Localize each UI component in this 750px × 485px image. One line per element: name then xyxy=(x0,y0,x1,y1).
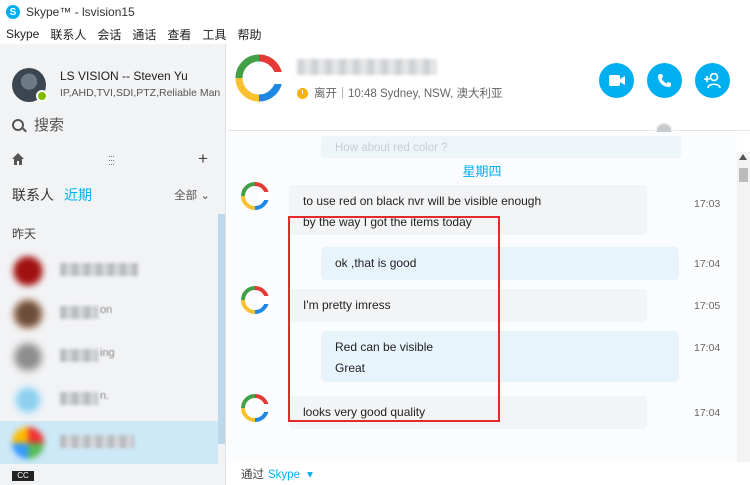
message-time: 17:04 xyxy=(694,407,721,419)
message-bubble[interactable]: looks very good quality xyxy=(289,396,647,429)
conversation-pane: 离开 | 10:48 Sydney, NSW, 澳大利亚 How about r… xyxy=(227,44,750,485)
menu-view[interactable]: 查看 xyxy=(167,26,191,43)
phone-icon xyxy=(658,74,671,87)
day-separator: 星期四 xyxy=(462,164,502,179)
menu-bar: Skype 联系人 会话 通话 查看 工具 帮助 xyxy=(0,24,750,44)
message-time: 17:03 xyxy=(694,198,721,210)
send-via-selector[interactable]: 通过 Skype ▾ xyxy=(241,466,313,482)
cc-badge: CC xyxy=(12,471,34,481)
contact-avatar xyxy=(12,384,44,416)
via-service: Skype xyxy=(268,469,300,481)
dialpad-icon[interactable]: ··· ··· ··· xyxy=(108,152,115,169)
title-bar: S Skype™ - lsvision15 xyxy=(0,0,750,24)
list-item[interactable]: on xyxy=(0,292,218,335)
contact-name-suffix: n. xyxy=(100,390,110,402)
add-contact-icon[interactable]: + xyxy=(198,149,208,169)
group-logo-icon xyxy=(235,54,283,102)
conversation-status: 离开 | 10:48 Sydney, NSW, 澳大利亚 xyxy=(297,85,502,101)
contact-name-suffix: on xyxy=(100,304,113,316)
menu-conversations[interactable]: 会话 xyxy=(97,26,121,43)
message-text: ok ,that is good xyxy=(335,256,417,270)
contact-name-blurred xyxy=(60,392,98,405)
list-item[interactable] xyxy=(0,421,218,464)
profile-name: LS VISION -- Steven Yu xyxy=(60,69,188,83)
section-yesterday: 昨天 xyxy=(12,227,37,241)
home-icon[interactable] xyxy=(12,153,24,165)
contact-name-suffix: ing xyxy=(100,347,115,359)
away-clock-icon xyxy=(297,87,308,99)
audio-call-button[interactable] xyxy=(647,63,682,98)
sender-avatar-icon xyxy=(241,286,269,314)
menu-contacts[interactable]: 联系人 xyxy=(50,26,86,43)
presence-online-icon xyxy=(36,90,48,102)
message-bubble[interactable]: to use red on black nvr will be visible … xyxy=(289,185,647,235)
message-text: Red can be visible xyxy=(335,340,434,354)
sender-avatar-icon xyxy=(241,394,269,422)
search-icon xyxy=(12,118,24,131)
message-text: to use red on black nvr will be visible … xyxy=(303,194,542,208)
list-item[interactable]: ing xyxy=(0,335,218,378)
window-title: Skype™ - lsvision15 xyxy=(26,5,135,19)
profile-header[interactable]: LS VISION -- Steven Yu IP,AHD,TVI,SDI,PT… xyxy=(0,44,225,112)
search-box[interactable]: 搜索 xyxy=(12,114,64,135)
sidebar-scrollbar[interactable] xyxy=(218,214,225,444)
video-camera-icon xyxy=(608,75,625,86)
sender-avatar-icon xyxy=(241,182,269,210)
message-text: by the way I got the items today xyxy=(303,215,472,229)
video-call-button[interactable] xyxy=(599,63,634,98)
via-label: 通过 xyxy=(241,469,264,481)
profile-mood[interactable]: IP,AHD,TVI,SDI,PTZ,Reliable Man... xyxy=(60,87,220,99)
skype-logo-icon: S xyxy=(6,5,20,19)
compose-bar: 通过 Skype ▾ xyxy=(227,462,750,485)
contact-avatar xyxy=(12,298,44,330)
filter-label: 全部 xyxy=(174,190,198,202)
add-people-button[interactable] xyxy=(695,63,730,98)
message-text: Great xyxy=(335,361,366,375)
message-bubble[interactable]: I'm pretty imress xyxy=(289,289,647,322)
contact-name-blurred xyxy=(60,349,98,362)
contact-avatar xyxy=(12,341,44,373)
scroll-up-arrow-icon[interactable] xyxy=(739,154,747,160)
menu-skype[interactable]: Skype xyxy=(6,27,39,41)
menu-tools[interactable]: 工具 xyxy=(202,26,226,43)
message-bubble[interactable]: ok ,that is good xyxy=(321,247,679,280)
sidebar: LS VISION -- Steven Yu IP,AHD,TVI,SDI,PT… xyxy=(0,44,226,485)
conversation-title-blurred xyxy=(297,59,437,75)
list-item[interactable] xyxy=(0,249,218,292)
message-bubble[interactable]: Red can be visible Great xyxy=(321,331,679,382)
status-separator: | xyxy=(341,87,344,99)
message-scrollbar[interactable] xyxy=(737,152,750,482)
tab-recent[interactable]: 近期 xyxy=(64,185,92,205)
filter-dropdown[interactable]: 全部 ⌄ xyxy=(174,187,210,203)
message-text: I'm pretty imress xyxy=(303,298,391,312)
contact-avatar xyxy=(12,255,44,287)
add-person-icon xyxy=(703,73,721,88)
menu-calls[interactable]: 通话 xyxy=(132,26,156,43)
contact-tabs: 联系人 近期 全部 ⌄ xyxy=(12,185,218,205)
caret-down-icon: ▾ xyxy=(303,469,313,481)
contact-avatar xyxy=(12,427,44,459)
search-placeholder: 搜索 xyxy=(34,117,65,134)
message-time: 17:05 xyxy=(694,300,721,312)
message-history: How about red color ? 星期四 to use red on … xyxy=(227,132,737,462)
message-text: looks very good quality xyxy=(303,405,426,419)
scroll-thumb[interactable] xyxy=(739,168,748,182)
list-item[interactable]: n. xyxy=(0,378,218,421)
contact-name-blurred xyxy=(60,306,98,319)
contact-name-blurred xyxy=(60,263,138,276)
chevron-down-icon: ⌄ xyxy=(200,190,210,202)
recent-contact-list: on ing n. xyxy=(0,249,218,464)
faded-message: How about red color ? xyxy=(321,136,681,158)
menu-help[interactable]: 帮助 xyxy=(237,26,261,43)
status-text: 离开 xyxy=(314,88,337,100)
contact-name-blurred xyxy=(60,435,134,448)
message-time: 17:04 xyxy=(694,258,721,270)
local-time: 10:48 Sydney, NSW, 澳大利亚 xyxy=(348,88,503,100)
tab-contacts[interactable]: 联系人 xyxy=(12,185,54,205)
message-time: 17:04 xyxy=(694,342,721,354)
sidebar-toolbar: ··· ··· ··· + xyxy=(0,149,225,169)
conversation-header: 离开 | 10:48 Sydney, NSW, 澳大利亚 xyxy=(227,44,750,140)
